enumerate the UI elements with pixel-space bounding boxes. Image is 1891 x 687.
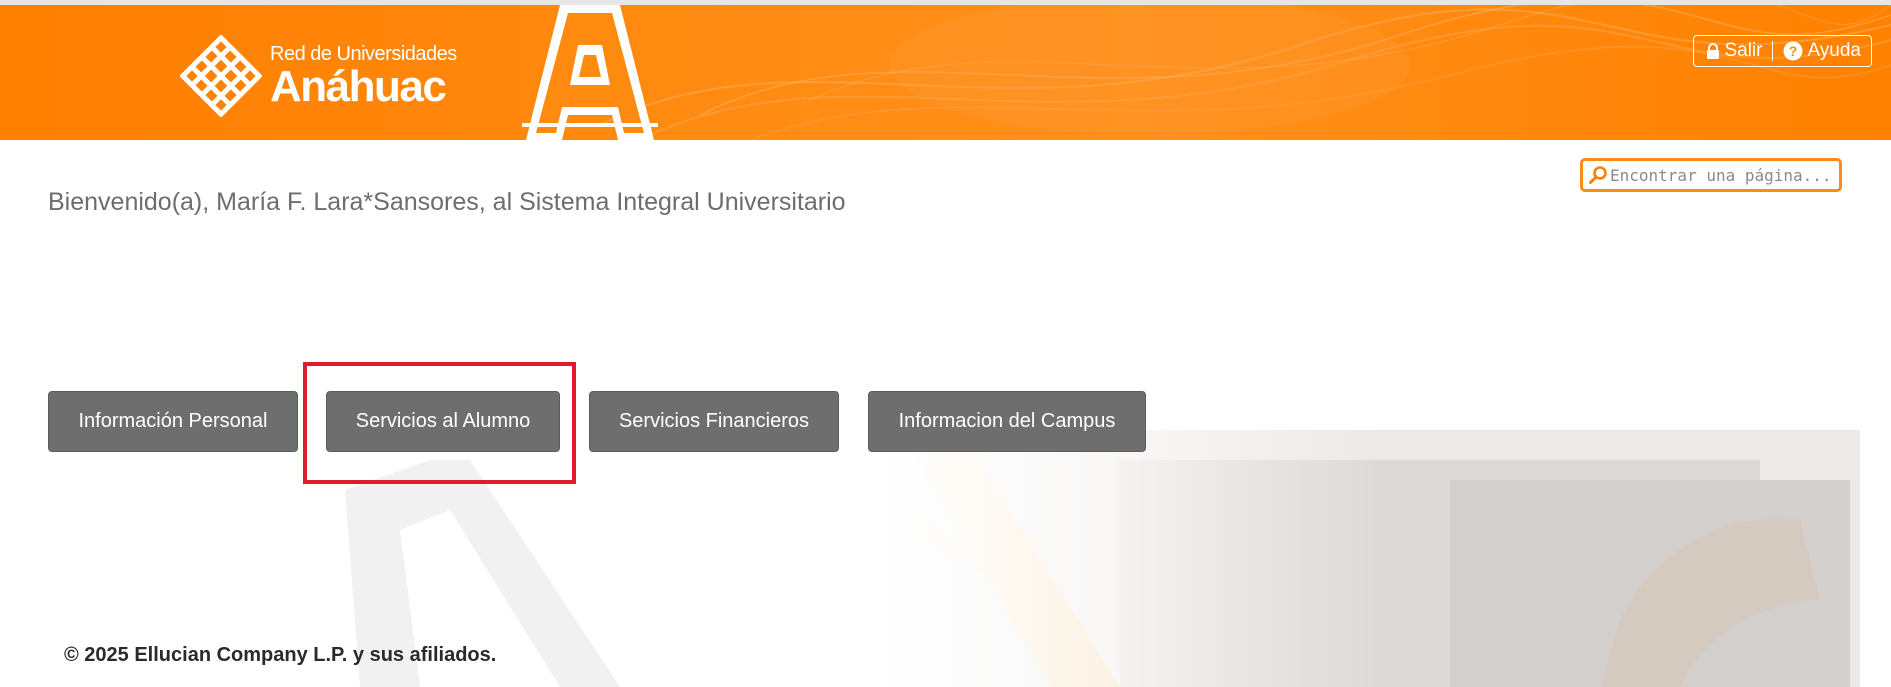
lock-icon	[1707, 42, 1720, 59]
menu-informacion-campus-button[interactable]: Informacion del Campus	[868, 391, 1146, 452]
logout-link[interactable]: Salir	[1706, 40, 1762, 62]
help-label: Ayuda	[1807, 40, 1861, 61]
search-input[interactable]	[1610, 165, 1830, 185]
svg-text:?: ?	[1789, 43, 1798, 59]
page-search	[1580, 158, 1842, 192]
logout-label: Salir	[1724, 40, 1763, 61]
header-links-divider	[1772, 41, 1774, 61]
menu-informacion-personal-button[interactable]: Información Personal	[48, 391, 298, 452]
help-link[interactable]: ? Ayuda	[1783, 40, 1861, 62]
anahuac-a-emblem-icon	[522, 5, 658, 140]
logo-title: Anáhuac	[270, 62, 447, 111]
anahuac-logo[interactable]: Red de Universidades Anáhuac	[180, 35, 457, 117]
anahuac-logo-mark-icon	[180, 35, 262, 117]
footer-copyright: © 2025 Ellucian Company L.P. y sus afili…	[64, 644, 497, 666]
header-links: Salir ? Ayuda	[1693, 35, 1872, 67]
menu-servicios-financieros-button[interactable]: Servicios Financieros	[589, 391, 839, 452]
highlight-box	[303, 362, 576, 484]
search-icon	[1589, 166, 1607, 184]
header-banner: Red de Universidades Anáhuac Salir ? Ayu…	[0, 5, 1891, 140]
help-icon: ?	[1783, 41, 1803, 61]
welcome-message: Bienvenido(a), María F. Lara*Sansores, a…	[48, 188, 846, 216]
